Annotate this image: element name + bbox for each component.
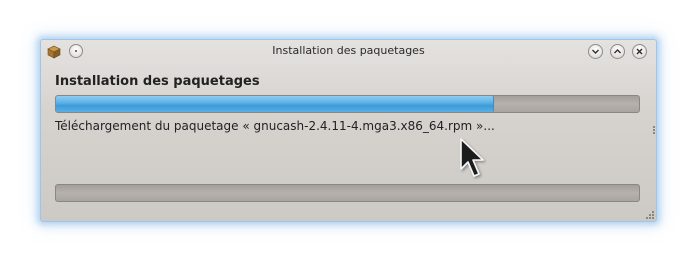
window-title: Installation des paquetages — [272, 44, 425, 57]
close-button[interactable] — [632, 44, 647, 59]
mouse-pointer-icon — [460, 138, 484, 177]
dialog-heading: Installation des paquetages — [55, 74, 260, 89]
close-icon — [636, 48, 643, 55]
status-text: Téléchargement du paquetage « gnucash-2.… — [55, 119, 495, 133]
overall-progress-bar — [55, 184, 640, 202]
download-progress-bar — [55, 95, 640, 113]
installer-window: Installation des paquetages Installation… — [40, 39, 657, 222]
title-bar[interactable]: Installation des paquetages — [41, 40, 656, 62]
splitter-handle[interactable] — [653, 126, 655, 134]
download-progress-fill — [56, 96, 495, 112]
minimize-button[interactable] — [588, 44, 603, 59]
chevron-up-icon — [614, 49, 621, 54]
chevron-down-icon — [592, 49, 599, 54]
resize-grip-icon[interactable] — [646, 211, 654, 219]
screen: Installation des paquetages Installation… — [0, 0, 695, 260]
maximize-button[interactable] — [610, 44, 625, 59]
